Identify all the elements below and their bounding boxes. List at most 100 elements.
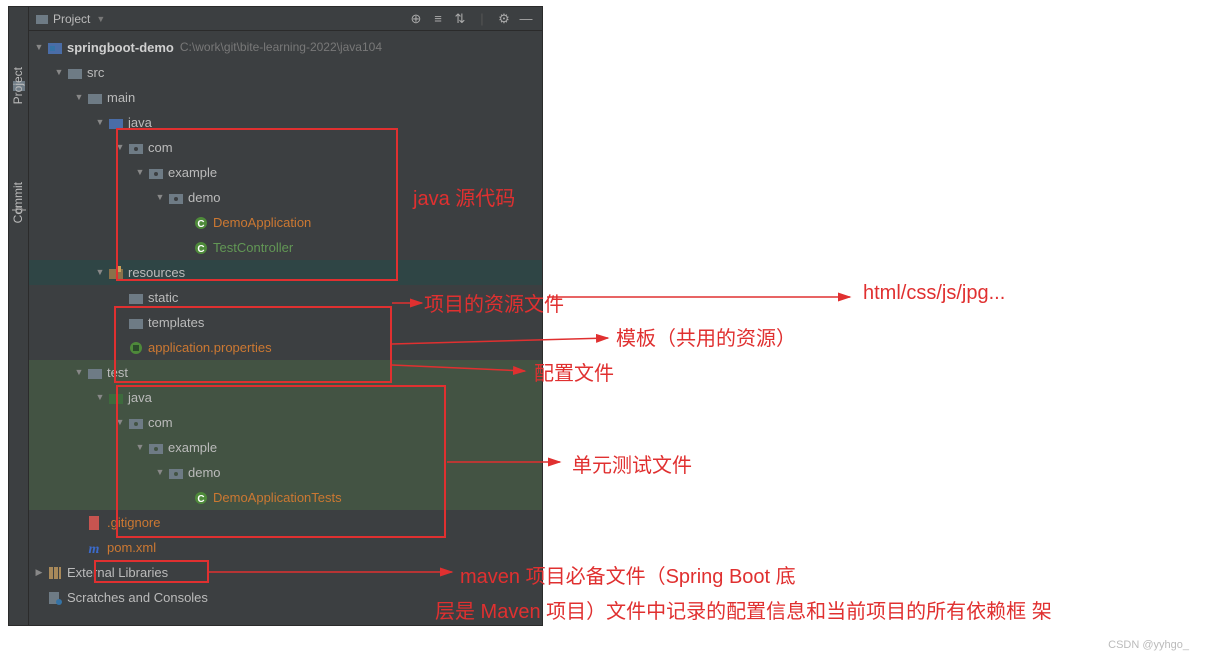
- node-label: test: [107, 360, 128, 385]
- node-label: example: [168, 160, 217, 185]
- project-root-row[interactable]: ▼ springboot-demo C:\work\git\bite-learn…: [29, 35, 542, 60]
- watermark: CSDN @yyhgo_: [1108, 639, 1189, 651]
- annotation-resources: 项目的资源文件: [424, 288, 564, 317]
- tree-row-resources[interactable]: ▼ resources: [29, 260, 542, 285]
- annotation-unit-test: 单元测试文件: [572, 449, 692, 478]
- chevron-down-icon[interactable]: ▼: [94, 110, 106, 135]
- class-icon: C: [193, 215, 209, 231]
- tree-row-test-demo[interactable]: ▼ demo: [29, 460, 542, 485]
- package-icon: [148, 165, 164, 181]
- node-label: pom.xml: [107, 535, 156, 560]
- node-label: springboot-demo: [67, 35, 174, 60]
- chevron-down-icon[interactable]: ▼: [134, 435, 146, 460]
- annotation-html-etc: html/css/js/jpg...: [863, 282, 1005, 305]
- node-label: com: [148, 135, 173, 160]
- tree-row-testcontroller[interactable]: C TestController: [29, 235, 542, 260]
- folder-icon: [67, 65, 83, 81]
- annotation-java-src: java 源代码: [413, 182, 515, 211]
- chevron-down-icon[interactable]: ▼: [94, 385, 106, 410]
- tree-row-com[interactable]: ▼ com: [29, 135, 542, 160]
- folder-icon: [128, 315, 144, 331]
- tree-row-gitignore[interactable]: .gitignore: [29, 510, 542, 535]
- properties-file-icon: [128, 340, 144, 356]
- package-icon: [168, 465, 184, 481]
- node-label: java: [128, 110, 152, 135]
- gitignore-file-icon: [87, 515, 103, 531]
- node-label: com: [148, 410, 173, 435]
- select-opened-file-button[interactable]: ⊕: [406, 9, 426, 29]
- commit-tab-strip[interactable]: Commit: [11, 182, 25, 223]
- chevron-down-icon[interactable]: ▼: [33, 35, 45, 60]
- node-label: demo: [188, 460, 221, 485]
- svg-text:C: C: [197, 244, 204, 255]
- svg-text:C: C: [197, 219, 204, 230]
- expand-all-button[interactable]: ≡: [428, 9, 448, 29]
- tree-row-demoapplication[interactable]: C DemoApplication: [29, 210, 542, 235]
- node-label: TestController: [213, 235, 293, 260]
- chevron-down-icon[interactable]: ▼: [114, 135, 126, 160]
- svg-text:C: C: [197, 494, 204, 505]
- module-icon: [47, 40, 63, 56]
- node-label: demo: [188, 185, 221, 210]
- project-tree[interactable]: ▼ springboot-demo C:\work\git\bite-learn…: [29, 31, 542, 625]
- class-icon: C: [193, 490, 209, 506]
- node-label: static: [148, 285, 178, 310]
- node-label: example: [168, 435, 217, 460]
- resources-folder-icon: [108, 265, 124, 281]
- node-label: DemoApplication: [213, 210, 311, 235]
- node-label: resources: [128, 260, 185, 285]
- node-label: main: [107, 85, 135, 110]
- node-label: .gitignore: [107, 510, 160, 535]
- tree-row-application-properties[interactable]: application.properties: [29, 335, 542, 360]
- node-label: java: [128, 385, 152, 410]
- chevron-right-icon[interactable]: ▶: [33, 560, 45, 585]
- annotation-maven-line1: maven 项目必备文件（Spring Boot 底: [460, 560, 796, 589]
- hide-panel-button[interactable]: —: [516, 9, 536, 29]
- svg-text:m: m: [89, 542, 100, 556]
- chevron-down-icon[interactable]: ▼: [154, 460, 166, 485]
- tree-row-test-java[interactable]: ▼ java: [29, 385, 542, 410]
- panel-view-dropdown[interactable]: ▼: [96, 14, 105, 24]
- node-label: src: [87, 60, 104, 85]
- tool-rail: Project Commit: [9, 7, 29, 625]
- folder-icon: [87, 90, 103, 106]
- annotation-maven-line2: 层是 Maven 项目）文件中记录的配置信息和当前项目的所有依赖框 架: [435, 595, 1052, 624]
- node-label: External Libraries: [67, 560, 168, 585]
- collapse-all-button[interactable]: ⇅: [450, 9, 470, 29]
- folder-icon: [128, 290, 144, 306]
- chevron-down-icon[interactable]: ▼: [134, 160, 146, 185]
- tree-row-test-com[interactable]: ▼ com: [29, 410, 542, 435]
- tree-row-test-example[interactable]: ▼ example: [29, 435, 542, 460]
- tree-row-src[interactable]: ▼ src: [29, 60, 542, 85]
- package-icon: [128, 140, 144, 156]
- scratches-icon: [47, 590, 63, 606]
- package-icon: [168, 190, 184, 206]
- tree-row-test[interactable]: ▼ test: [29, 360, 542, 385]
- package-icon: [148, 440, 164, 456]
- node-label: application.properties: [148, 335, 272, 360]
- annotation-templates: 模板（共用的资源）: [616, 322, 796, 351]
- node-label: DemoApplicationTests: [213, 485, 342, 510]
- tree-row-pom[interactable]: m pom.xml: [29, 535, 542, 560]
- project-tab-strip[interactable]: Project: [11, 67, 25, 104]
- chevron-down-icon[interactable]: ▼: [73, 360, 85, 385]
- chevron-down-icon[interactable]: ▼: [73, 85, 85, 110]
- maven-file-icon: m: [87, 540, 103, 556]
- annotation-config: 配置文件: [534, 357, 614, 386]
- libraries-icon: [47, 565, 63, 581]
- tree-row-java[interactable]: ▼ java: [29, 110, 542, 135]
- chevron-down-icon[interactable]: ▼: [114, 410, 126, 435]
- node-label: Scratches and Consoles: [67, 585, 208, 610]
- chevron-down-icon[interactable]: ▼: [94, 260, 106, 285]
- tree-row-demoapplicationtests[interactable]: C DemoApplicationTests: [29, 485, 542, 510]
- toolbar-divider: |: [472, 9, 492, 29]
- panel-header: Project ▼ ⊕ ≡ ⇅ | ⚙ —: [29, 7, 542, 31]
- panel-title[interactable]: Project: [53, 12, 90, 26]
- settings-button[interactable]: ⚙: [494, 9, 514, 29]
- package-icon: [128, 415, 144, 431]
- chevron-down-icon[interactable]: ▼: [154, 185, 166, 210]
- chevron-down-icon[interactable]: ▼: [53, 60, 65, 85]
- source-folder-icon: [108, 115, 124, 131]
- tree-row-main[interactable]: ▼ main: [29, 85, 542, 110]
- test-source-folder-icon: [108, 390, 124, 406]
